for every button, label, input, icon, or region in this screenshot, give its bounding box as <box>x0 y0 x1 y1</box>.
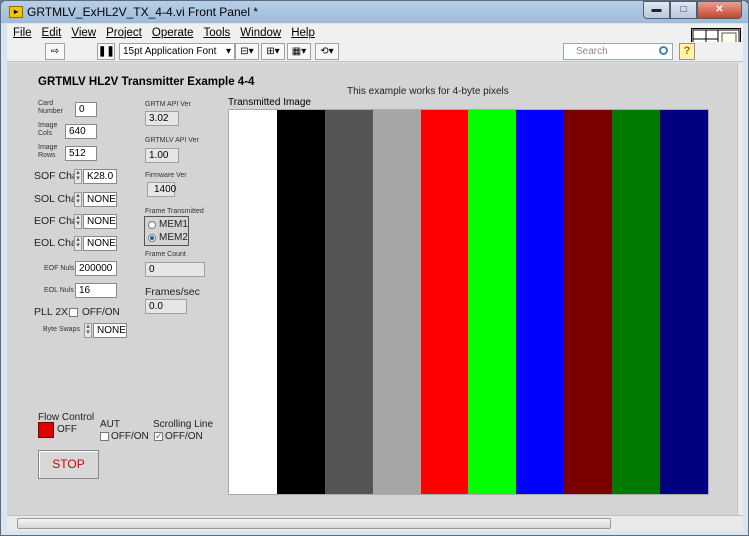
search-placeholder: Search <box>576 46 608 57</box>
maximize-button[interactable]: □ <box>670 1 697 19</box>
menu-tools[interactable]: Tools <box>203 27 230 39</box>
grtm-api-ver-display: 3.02 <box>145 111 179 126</box>
stop-button[interactable]: STOP <box>38 450 99 479</box>
image-rows-label: Image Rows <box>38 144 58 159</box>
flow-control-led[interactable] <box>38 422 54 438</box>
eof-nuls-label: EOF Nuls <box>44 265 75 272</box>
mem2-label: MEM2 <box>159 232 188 243</box>
minimize-button[interactable]: ▬ <box>643 1 670 19</box>
pll-2x-checkbox[interactable] <box>69 308 78 317</box>
eof-char-field[interactable]: NONE <box>83 214 117 229</box>
menu-project[interactable]: Project <box>106 27 142 39</box>
sol-char-stepper[interactable]: ▴ ▾ <box>74 192 82 207</box>
scrollbar-thumb[interactable] <box>17 518 611 529</box>
frames-per-sec-display: 0.0 <box>145 299 187 314</box>
color-stripe <box>324 110 373 494</box>
aut-toggle-label: OFF/ON <box>111 431 149 442</box>
scrolling-line-toggle-label: OFF/ON <box>165 431 203 442</box>
grtm-api-ver-label: GRTM API Ver <box>145 101 191 108</box>
sof-char-stepper[interactable]: ▴ ▾ <box>74 169 82 184</box>
transmitted-image-label: Transmitted Image <box>228 97 311 108</box>
image-rows-field[interactable]: 512 <box>65 146 97 161</box>
color-stripe <box>660 110 708 494</box>
search-icon <box>659 46 668 55</box>
menu-window[interactable]: Window <box>240 27 281 39</box>
byte-swaps-stepper[interactable]: ▴ ▾ <box>84 323 92 338</box>
panel-heading: GRTMLV HL2V Transmitter Example 4-4 <box>38 76 255 88</box>
color-stripe <box>229 110 277 494</box>
pixel-note: This example works for 4-byte pixels <box>347 86 509 97</box>
title-bar[interactable]: ▸ GRTMLV_ExHL2V_TX_4-4.vi Front Panel * … <box>1 1 748 23</box>
horizontal-scrollbar[interactable] <box>7 515 743 531</box>
close-button[interactable]: ✕ <box>697 1 742 19</box>
vertical-scrollbar[interactable] <box>737 63 743 515</box>
frame-count-display: 0 <box>145 262 205 277</box>
frame-transmitted-label: Frame Transmitted <box>145 208 204 215</box>
eof-nuls-field[interactable]: 200000 <box>75 261 117 276</box>
pause-icon[interactable]: ❚❚ <box>97 43 115 60</box>
front-panel: GRTMLV HL2V Transmitter Example 4-4 Card… <box>7 63 737 515</box>
sol-char-field[interactable]: NONE <box>83 192 117 207</box>
mem1-label: MEM1 <box>159 219 188 230</box>
distribute-objects-icon[interactable]: ⊞▾ <box>261 43 285 60</box>
menu-bar: File Edit View Project Operate Tools Win… <box>7 24 743 42</box>
search-input[interactable]: Search <box>563 43 673 60</box>
chevron-down-icon: ▾ <box>225 46 231 57</box>
menu-file[interactable]: File <box>13 27 32 39</box>
run-arrow-icon[interactable]: ⇨ <box>45 43 65 60</box>
eof-char-stepper[interactable]: ▴ ▾ <box>74 214 82 229</box>
font-selector[interactable]: 15pt Application Font ▾ <box>119 43 235 60</box>
frame-transmitted-radio-group: MEM1 MEM2 <box>144 216 189 246</box>
pll-2x-toggle-label: OFF/ON <box>82 307 120 318</box>
scrolling-line-checkbox[interactable] <box>154 431 163 442</box>
frame-count-label: Frame Count <box>145 251 186 258</box>
card-number-field[interactable]: 0 <box>75 102 97 117</box>
menu-view[interactable]: View <box>71 27 96 39</box>
firmware-ver-label: Firmware Ver <box>145 172 187 179</box>
firmware-ver-display: 1400 <box>147 182 176 197</box>
help-icon[interactable]: ? <box>679 43 695 60</box>
image-cols-label: Image Cols <box>38 122 58 137</box>
card-number-label: Card Number <box>38 100 63 115</box>
grtmlv-api-ver-display: 1.00 <box>145 148 179 163</box>
pll-2x-label: PLL 2X <box>34 306 69 318</box>
mem2-radio[interactable] <box>148 234 156 242</box>
aut-checkbox[interactable] <box>100 432 109 441</box>
color-stripe <box>420 110 469 494</box>
reorder-icon[interactable]: ⟲▾ <box>315 43 339 60</box>
transmitted-image <box>228 109 709 495</box>
mem1-radio[interactable] <box>148 221 156 229</box>
window-title: GRTMLV_ExHL2V_TX_4-4.vi Front Panel * <box>27 5 258 19</box>
color-stripe <box>468 110 517 494</box>
sof-char-field[interactable]: K28.0 <box>83 169 117 184</box>
grtmlv-api-ver-label: GRTMLV API Ver <box>145 137 199 144</box>
toolbar: ⇨ ❚❚ 15pt Application Font ▾ ⊟▾ ⊞▾ ▦▾ ⟲▾ … <box>7 42 743 62</box>
color-stripe <box>516 110 565 494</box>
image-cols-field[interactable]: 640 <box>65 124 97 139</box>
align-objects-icon[interactable]: ⊟▾ <box>235 43 259 60</box>
byte-swaps-field[interactable]: NONE <box>93 323 127 338</box>
aut-label: AUT <box>100 419 120 430</box>
eol-char-field[interactable]: NONE <box>83 236 117 251</box>
eol-nuls-field[interactable]: 16 <box>75 283 117 298</box>
color-stripe <box>564 110 613 494</box>
labview-vi-icon: ▸ <box>9 6 23 18</box>
eol-char-stepper[interactable]: ▴ ▾ <box>74 236 82 251</box>
flow-control-state: OFF <box>57 424 77 435</box>
color-stripe <box>612 110 661 494</box>
frames-per-sec-label: Frames/sec <box>145 286 200 298</box>
menu-edit[interactable]: Edit <box>42 27 62 39</box>
color-stripe <box>372 110 421 494</box>
scrolling-line-label: Scrolling Line <box>153 419 214 430</box>
resize-objects-icon[interactable]: ▦▾ <box>287 43 311 60</box>
font-selector-value: 15pt Application Font <box>123 46 217 57</box>
front-panel-window: ▸ GRTMLV_ExHL2V_TX_4-4.vi Front Panel * … <box>0 0 749 536</box>
eol-nuls-label: EOL Nuls <box>44 287 74 294</box>
menu-help[interactable]: Help <box>291 27 315 39</box>
byte-swaps-label: Byte Swaps <box>43 326 80 333</box>
color-stripe <box>276 110 325 494</box>
menu-operate[interactable]: Operate <box>152 27 194 39</box>
